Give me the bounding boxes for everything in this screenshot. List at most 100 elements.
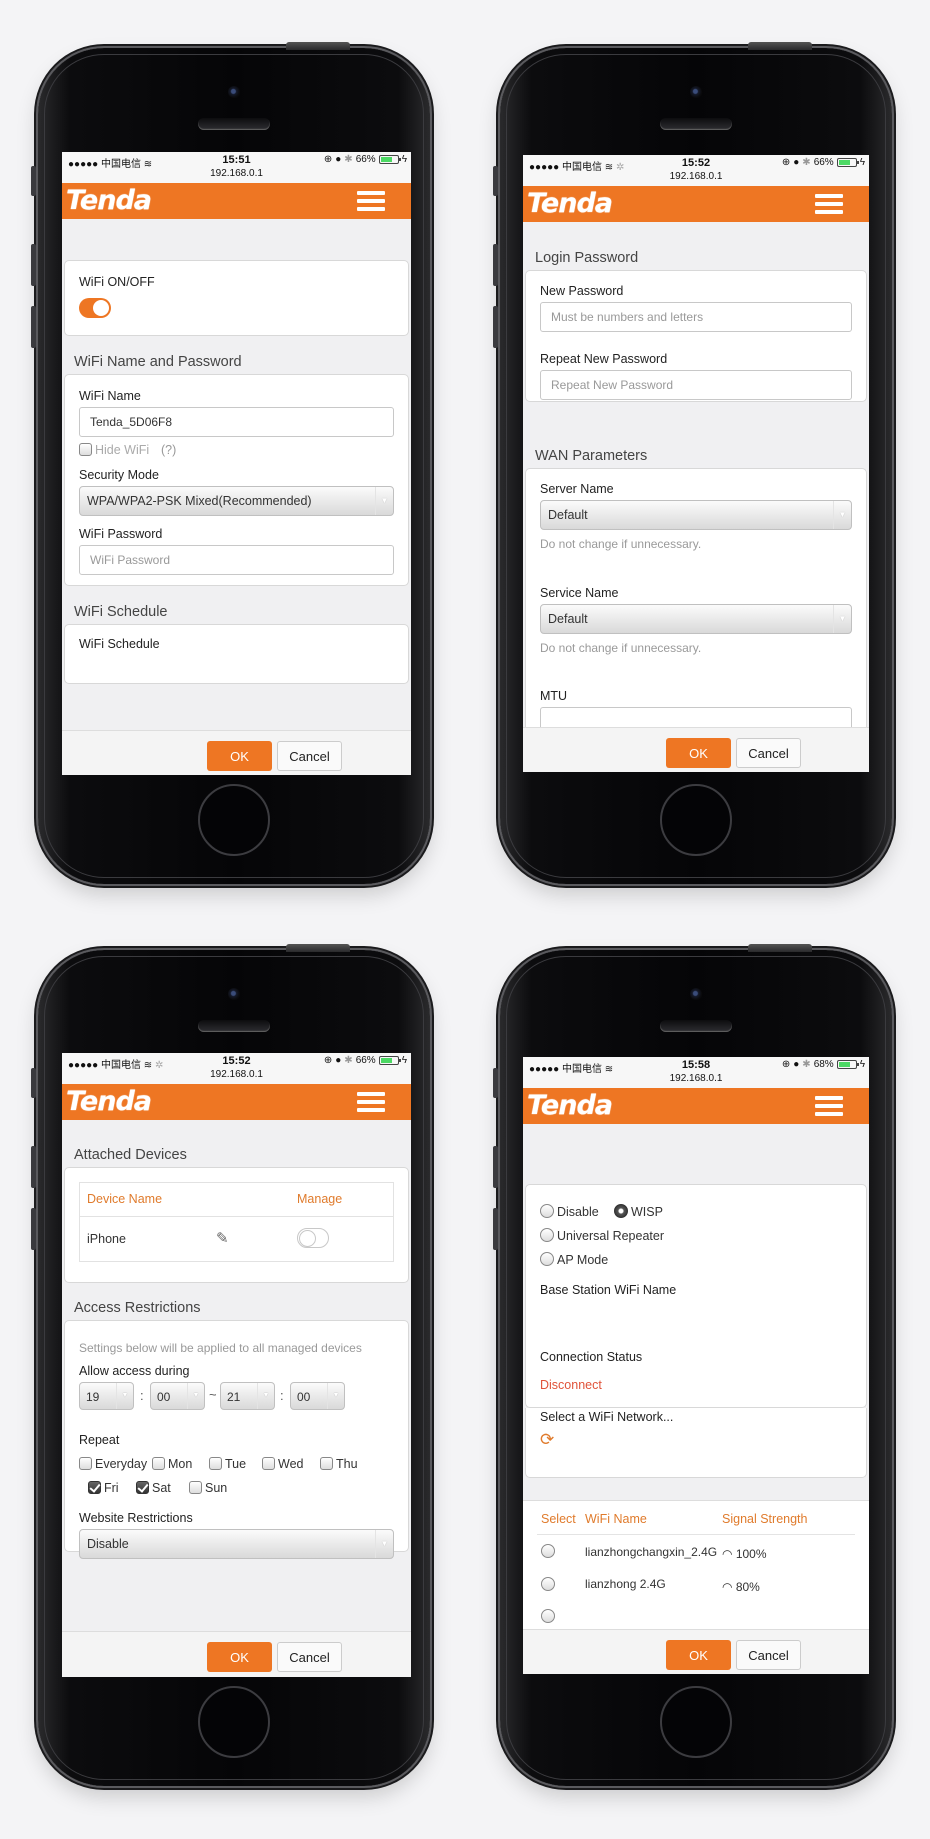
chevron-down-icon: ▼ — [375, 1530, 393, 1558]
server-name-select[interactable]: Default ▼ — [540, 500, 852, 530]
edit-pencil-icon[interactable]: ✎ — [216, 1229, 229, 1247]
cancel-button[interactable]: Cancel — [736, 1640, 801, 1670]
security-mode-label: Security Mode — [79, 468, 159, 482]
start-hour-select[interactable]: 19 ▼ — [79, 1382, 134, 1410]
cancel-button[interactable]: Cancel — [736, 738, 801, 768]
end-hour-select[interactable]: 21 ▼ — [220, 1382, 275, 1410]
cancel-button[interactable]: Cancel — [277, 1642, 342, 1672]
day-checkbox-sat[interactable]: Sat — [136, 1481, 171, 1495]
base-station-label: Base Station WiFi Name — [540, 1283, 677, 1297]
home-button[interactable] — [198, 1686, 270, 1758]
website-restrictions-select[interactable]: Disable ▼ — [79, 1529, 394, 1559]
status-bar: ●●●●● 中国电信 ≋ 15:51 192.168.0.1 ⊕ ● ✱ 66%… — [62, 152, 411, 183]
col-wifi-name: WiFi Name — [585, 1512, 647, 1526]
phone-frame-3: ●●●●● 中国电信 ≋ ✲ 15:52 192.168.0.1 ⊕ ● ✱ 6… — [31, 944, 430, 1786]
hide-wifi-checkbox[interactable]: Hide WiFi — [79, 443, 149, 457]
col-device-name: Device Name — [87, 1192, 163, 1206]
attached-devices-card: Device Name Manage iPhone ✎ — [64, 1167, 409, 1283]
new-password-label: New Password — [540, 284, 624, 298]
battery-icon — [836, 1060, 859, 1069]
connection-status-value: Disconnect — [540, 1378, 602, 1392]
wifi-password-input[interactable]: WiFi Password — [79, 545, 394, 575]
footer-bar: OK Cancel — [62, 730, 411, 775]
section-title-login-password: Login Password — [535, 250, 639, 266]
hamburger-menu-icon[interactable] — [815, 194, 843, 215]
charging-icon: ϟ — [859, 157, 865, 168]
volume-up-button — [493, 244, 498, 286]
home-button[interactable] — [660, 1686, 732, 1758]
day-checkbox-thu[interactable]: Thu — [320, 1457, 358, 1471]
help-icon[interactable]: (?) — [161, 443, 176, 457]
new-password-input[interactable]: Must be numbers and letters — [540, 302, 852, 332]
hamburger-menu-icon[interactable] — [815, 1096, 843, 1117]
day-checkbox-wed[interactable]: Wed — [262, 1457, 303, 1471]
mute-switch — [31, 166, 36, 196]
rotation-lock-icon: ⊕ — [323, 154, 333, 165]
network-select-radio[interactable] — [541, 1544, 555, 1558]
mode-radio-disable[interactable]: Disable — [540, 1204, 599, 1219]
home-button[interactable] — [660, 784, 732, 856]
day-checkbox-fri[interactable]: Fri — [88, 1481, 119, 1495]
refresh-icon[interactable]: ⟳ — [540, 1430, 554, 1450]
footer-bar: OK Cancel — [62, 1631, 411, 1677]
tenda-logo: Tenda — [66, 185, 152, 216]
end-minute-select[interactable]: 00 ▼ — [290, 1382, 345, 1410]
ok-button[interactable]: OK — [666, 738, 731, 768]
signal-strength: 100% — [735, 1547, 767, 1561]
header-bar: Tenda — [62, 183, 411, 219]
camera-icon — [228, 86, 240, 98]
wifi-onoff-toggle[interactable] — [79, 298, 111, 318]
rotation-lock-icon: ⊕ — [323, 1055, 333, 1066]
ok-button[interactable]: OK — [666, 1640, 731, 1670]
day-checkbox-tue[interactable]: Tue — [209, 1457, 246, 1471]
header-bar: Tenda — [62, 1084, 411, 1120]
status-bar: ●●●●● 中国电信 ≋ ✲ 15:52 192.168.0.1 ⊕ ● ✱ 6… — [62, 1053, 411, 1084]
speaker-grille — [198, 1020, 270, 1032]
footer-bar: OK Cancel — [523, 727, 869, 772]
header-bar: Tenda — [523, 1088, 869, 1124]
manage-toggle[interactable] — [297, 1228, 329, 1248]
mode-radio-ap-mode[interactable]: AP Mode — [540, 1252, 608, 1267]
col-select: Select — [541, 1512, 576, 1526]
start-minute-select[interactable]: 00 ▼ — [150, 1382, 205, 1410]
camera-icon — [690, 988, 702, 1000]
ok-button[interactable]: OK — [207, 741, 272, 771]
phone-frame-2: ●●●●● 中国电信 ≋ ✲ 15:52 192.168.0.1 ⊕ ● ✱ 6… — [493, 42, 892, 884]
chevron-down-icon: ▼ — [327, 1383, 344, 1409]
bluetooth-icon: ✱ — [344, 154, 353, 165]
repeat-password-input[interactable]: Repeat New Password — [540, 370, 852, 400]
allow-access-label: Allow access during — [79, 1364, 190, 1378]
section-title-wan-parameters: WAN Parameters — [535, 448, 648, 464]
volume-up-button — [493, 1146, 498, 1188]
mode-radio-universal-repeater[interactable]: Universal Repeater — [540, 1228, 664, 1243]
volume-up-button — [31, 1146, 36, 1188]
cancel-button[interactable]: Cancel — [277, 741, 342, 771]
network-select-radio[interactable] — [541, 1609, 555, 1623]
tenda-logo: Tenda — [527, 1090, 613, 1121]
repeat-label: Repeat — [79, 1433, 120, 1447]
day-checkbox-everyday[interactable]: Everyday — [79, 1457, 147, 1471]
hamburger-menu-icon[interactable] — [357, 1092, 385, 1113]
service-name-select[interactable]: Default ▼ — [540, 604, 852, 634]
bluetooth-icon: ✱ — [802, 1059, 811, 1070]
network-select-radio[interactable] — [541, 1577, 555, 1591]
hamburger-menu-icon[interactable] — [357, 191, 385, 212]
network-name: lianzhong 2.4G — [585, 1577, 666, 1591]
day-checkbox-sun[interactable]: Sun — [189, 1481, 227, 1495]
wifi-name-input[interactable]: Tenda_5D06F8 — [79, 407, 394, 437]
day-checkbox-mon[interactable]: Mon — [152, 1457, 192, 1471]
mtu-label: MTU — [540, 689, 568, 703]
security-mode-select[interactable]: WPA/WPA2-PSK Mixed(Recommended) ▼ — [79, 486, 394, 516]
home-button[interactable] — [198, 784, 270, 856]
ok-button[interactable]: OK — [207, 1642, 272, 1672]
checkbox-icon — [79, 443, 92, 456]
network-table: Select WiFi Name Signal Strength lianzho… — [523, 1500, 869, 1630]
battery-icon — [378, 155, 401, 164]
battery-icon — [378, 1056, 401, 1065]
alarm-icon: ● — [793, 1059, 800, 1070]
section-title-attached-devices: Attached Devices — [74, 1147, 187, 1163]
select-network-label: Select a WiFi Network... — [540, 1410, 674, 1424]
rotation-lock-icon: ⊕ — [781, 1059, 791, 1070]
mode-radio-wisp[interactable]: WISP — [614, 1204, 663, 1219]
url-label: 192.168.0.1 — [210, 168, 263, 179]
